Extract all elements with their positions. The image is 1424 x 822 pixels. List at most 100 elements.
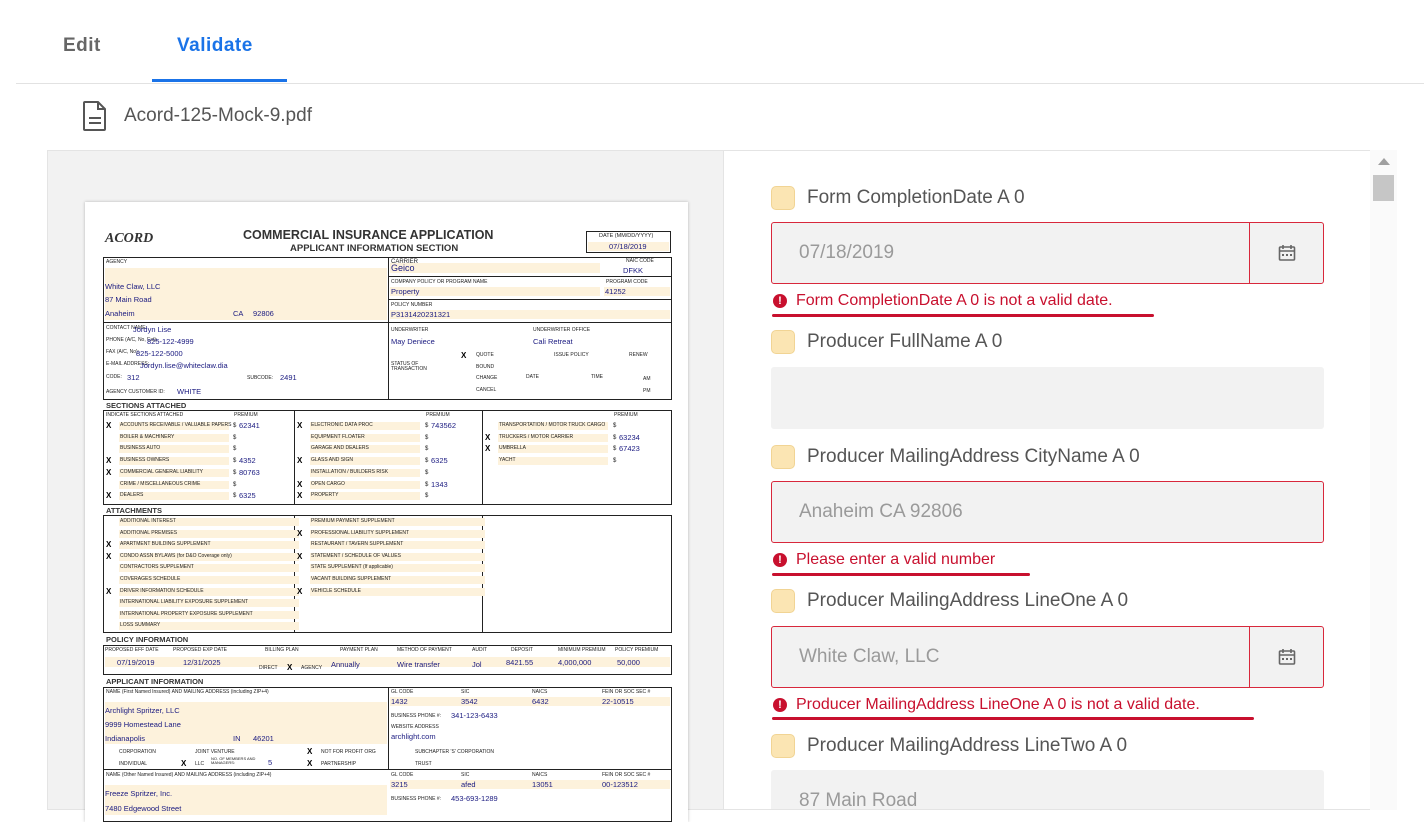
policy-number-label: POLICY NUMBER xyxy=(391,302,433,308)
ai2-fein-value: 00-123512 xyxy=(602,780,638,789)
error-icon: ! xyxy=(773,553,787,567)
section-item-label: YACHT xyxy=(499,457,516,464)
input-value: 07/18/2019 xyxy=(799,242,895,263)
ai-nfp-check: X xyxy=(307,747,313,756)
section-item-label: BUSINESS OWNERS xyxy=(120,457,170,464)
agency-name: White Claw, LLC xyxy=(105,282,161,291)
section-item-label: GARAGE AND DEALERS xyxy=(311,445,369,452)
pi-payplan-value: Annually xyxy=(331,660,360,669)
ai-street-value: 9999 Homestead Lane xyxy=(105,720,181,729)
producer-linetwo-input[interactable]: 87 Main Road xyxy=(771,770,1324,809)
section-item-label: STATE SUPPLEMENT (If applicable) xyxy=(311,564,393,571)
input-value: Anaheim CA 92806 xyxy=(799,501,963,522)
section-item-label: PROPERTY xyxy=(311,492,339,499)
ai-fein-label: FEIN OR SOC SEC # xyxy=(602,689,651,695)
ai-state-value: IN xyxy=(233,734,241,743)
doc-date: 07/18/2019 xyxy=(609,242,647,251)
ai-subs-label: SUBCHAPTER 'S' CORPORATION xyxy=(415,749,495,755)
cancel-label: CANCEL xyxy=(476,387,497,393)
field-checkbox[interactable] xyxy=(771,445,795,469)
dollar-sign: $ xyxy=(613,458,617,465)
pi-agency-label: AGENCY xyxy=(301,665,323,671)
pm-label: PM xyxy=(643,388,651,394)
dollar-sign: $ xyxy=(425,481,429,488)
code-label: CODE: xyxy=(106,374,122,380)
agency-city: Anaheim xyxy=(105,309,135,318)
dollar-sign: $ xyxy=(233,434,237,441)
section-premium-value: 80763 xyxy=(239,467,260,477)
premium-label-2: PREMIUM xyxy=(426,412,450,418)
error-underline xyxy=(772,717,1254,720)
status-time-label: TIME xyxy=(591,374,603,380)
ai2-gl-label: GL CODE xyxy=(391,772,414,778)
panel-scrollbar[interactable] xyxy=(1370,150,1397,810)
pi-min-value: 4,000,000 xyxy=(558,658,592,667)
ai-corp-label: CORPORATION xyxy=(119,749,156,755)
pdf-viewer[interactable]: ACORD COMMERCIAL INSURANCE APPLICATION A… xyxy=(47,150,723,822)
ai-name-value: Archlight Spritzer, LLC xyxy=(105,706,180,715)
scroll-up-arrow-icon[interactable] xyxy=(1378,158,1390,165)
section-item-label: BUSINESS AUTO xyxy=(120,445,161,452)
dollar-sign: $ xyxy=(233,423,237,429)
ai-web-label: WEBSITE ADDRESS xyxy=(391,724,439,730)
section-item-label: PREMIUM PAYMENT SUPPLEMENT xyxy=(311,518,395,524)
section-item-label: VACANT BUILDING SUPPLEMENT xyxy=(311,576,392,582)
producer-lineone-input[interactable]: White Claw, LLC xyxy=(771,626,1324,688)
section-item-label: TRUCKERS / MOTOR CARRIER xyxy=(499,433,574,440)
ai2-sic-value: afed xyxy=(461,780,476,789)
ai-city-value: Indianapolis xyxy=(105,734,146,743)
producer-cityname-input[interactable]: Anaheim CA 92806 xyxy=(771,481,1324,543)
section-item-label: STATEMENT / SCHEDULE OF VALUES xyxy=(311,552,401,559)
pi-deposit-value: 8421.55 xyxy=(506,658,534,667)
dollar-sign: $ xyxy=(233,446,237,453)
field-checkbox[interactable] xyxy=(771,330,795,354)
program-code-label: PROGRAM CODE xyxy=(606,279,648,285)
ai-jv-label: JOINT VENTURE xyxy=(195,749,235,755)
scroll-thumb[interactable] xyxy=(1373,175,1394,201)
error-message: ! Please enter a valid number xyxy=(773,551,995,569)
calendar-button[interactable] xyxy=(1249,223,1323,283)
am-label: AM xyxy=(643,376,651,382)
pi-prem-value: 50,000 xyxy=(617,658,640,667)
ai2-gl-value: 3215 xyxy=(391,780,408,789)
validation-panel[interactable]: Form CompletionDate A 0 07/18/2019 ! For… xyxy=(723,150,1397,810)
field-checkbox[interactable] xyxy=(771,186,795,210)
quote-label: QUOTE xyxy=(476,352,494,358)
error-underline xyxy=(772,573,1030,576)
error-underline xyxy=(772,314,1154,317)
section-check: X xyxy=(297,479,303,489)
calendar-button[interactable] xyxy=(1249,627,1323,687)
doc-date-label: DATE (MM/DD/YYYY) xyxy=(599,233,654,239)
policy-information-heading: POLICY INFORMATION xyxy=(106,635,189,644)
agency-street: 87 Main Road xyxy=(105,295,152,304)
naic-value: DFKK xyxy=(623,266,644,275)
section-check: X xyxy=(297,491,303,501)
section-premium-value: 6325 xyxy=(239,491,256,501)
producer-fullname-input[interactable] xyxy=(771,367,1324,429)
field-checkbox[interactable] xyxy=(771,734,795,758)
field-checkbox[interactable] xyxy=(771,589,795,613)
section-check: X xyxy=(297,586,303,596)
applicant-information-heading: APPLICANT INFORMATION xyxy=(106,677,204,686)
section-item-label: INTERNATIONAL LIABILITY EXPOSURE SUPPLEM… xyxy=(120,599,248,606)
file-header: Acord-125-Mock-9.pdf xyxy=(82,100,312,132)
section-item-label: DEALERS xyxy=(120,492,144,499)
pi-method-label: METHOD OF PAYMENT xyxy=(397,647,452,653)
error-text: Form CompletionDate A 0 is not a valid d… xyxy=(796,292,1113,309)
indicate-sections-label: INDICATE SECTIONS ATTACHED xyxy=(106,412,184,418)
section-check: X xyxy=(485,432,491,442)
tab-validate[interactable]: Validate xyxy=(177,35,253,57)
section-item-label: CONTRACTORS SUPPLEMENT xyxy=(120,564,194,571)
section-check: X xyxy=(106,540,112,550)
field-label: Producer FullName A 0 xyxy=(807,331,1003,352)
ai-fein-value: 22-10515 xyxy=(602,697,634,706)
dollar-sign: $ xyxy=(425,434,429,441)
form-completion-date-input[interactable]: 07/18/2019 xyxy=(771,222,1324,284)
tab-edit[interactable]: Edit xyxy=(63,35,101,57)
file-name: Acord-125-Mock-9.pdf xyxy=(124,105,312,126)
ai2-bphone-value: 453-693-1289 xyxy=(451,794,498,803)
program-code-value: 41252 xyxy=(605,287,626,296)
pi-eff-label: PROPOSED EFF DATE xyxy=(105,647,159,653)
field-producer-fullname: Producer FullName A 0 xyxy=(771,330,1002,354)
pi-method-value: Wire transfer xyxy=(397,660,440,669)
